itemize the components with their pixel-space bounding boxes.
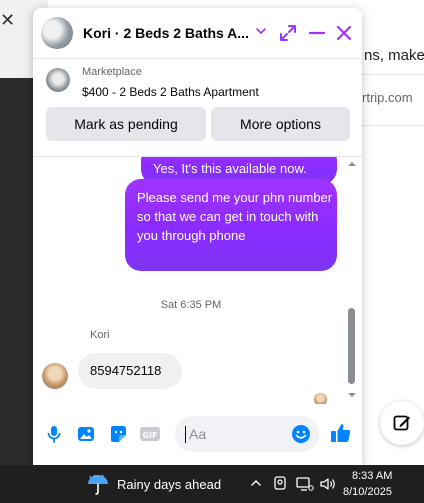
text-cursor — [185, 426, 186, 443]
windows-taskbar: Rainy days ahead 8:33 AM 8/10/2025 — [0, 465, 424, 503]
marketplace-listing: Marketplace $400 - 2 Beds 2 Baths Apartm… — [33, 59, 362, 157]
message-composer: GIF Aa — [33, 408, 362, 465]
chat-title[interactable]: Kori · 2 Beds 2 Baths A... — [83, 25, 249, 41]
message-text: 8594752118 — [90, 363, 162, 378]
expand-icon[interactable] — [278, 23, 298, 43]
background-close-icon[interactable]: ✕ — [0, 10, 15, 31]
message-input[interactable]: Aa — [175, 416, 319, 452]
new-message-button[interactable] — [380, 401, 424, 445]
incoming-message[interactable]: 8594752118 — [78, 353, 182, 389]
chat-avatar[interactable] — [41, 17, 73, 49]
more-options-button[interactable]: More options — [211, 107, 350, 141]
clock-date[interactable]: 8/10/2025 — [343, 486, 392, 498]
photo-icon[interactable] — [76, 424, 96, 444]
message-text: Yes, It's this available now. — [153, 161, 307, 176]
weather-widget-text[interactable]: Rainy days ahead — [117, 477, 221, 492]
minimize-icon[interactable] — [307, 23, 327, 43]
clock-time[interactable]: 8:33 AM — [352, 470, 392, 482]
listing-label: Marketplace — [82, 66, 142, 78]
seen-indicator-avatar — [314, 393, 327, 404]
outgoing-message[interactable]: Please send me your phn number so that w… — [125, 179, 337, 271]
sender-avatar[interactable] — [42, 363, 68, 389]
chat-header[interactable]: Kori · 2 Beds 2 Baths A... — [33, 8, 362, 59]
compose-icon — [393, 415, 410, 431]
rain-umbrella-icon[interactable] — [86, 473, 110, 497]
camera-privacy-icon[interactable] — [273, 476, 287, 492]
sender-name: Kori — [90, 329, 110, 341]
background-link-text: rtrip.com — [362, 90, 413, 105]
emoji-icon[interactable] — [291, 424, 311, 444]
gif-icon[interactable]: GIF — [139, 424, 161, 444]
scroll-up-arrow-icon[interactable] — [346, 159, 358, 169]
message-input-placeholder: Aa — [189, 426, 207, 442]
chevron-down-icon[interactable] — [253, 23, 269, 39]
listing-thumbnail[interactable] — [46, 68, 70, 92]
chat-window: Kori · 2 Beds 2 Baths A... Marketplace $… — [33, 8, 362, 465]
background-page-right: ns, make rtrip.com — [362, 0, 424, 465]
background-divider — [362, 74, 424, 75]
thumbs-up-icon[interactable] — [329, 421, 353, 445]
microphone-icon[interactable] — [45, 424, 63, 444]
chevron-up-icon[interactable] — [249, 476, 263, 490]
listing-title[interactable]: $400 - 2 Beds 2 Baths Apartment — [82, 85, 259, 99]
mark-as-pending-button[interactable]: Mark as pending — [46, 107, 206, 141]
message-list: Yes, It's this available now. Please sen… — [33, 157, 362, 404]
message-text: Please send me your phn number so that w… — [137, 190, 333, 243]
sticker-icon[interactable] — [108, 424, 128, 444]
message-timestamp: Sat 6:35 PM — [160, 299, 222, 311]
close-icon[interactable] — [334, 23, 354, 43]
background-text: ns, make — [364, 47, 424, 64]
scroll-down-arrow-icon[interactable] — [346, 390, 358, 400]
network-icon[interactable] — [296, 476, 314, 492]
scrollbar-thumb[interactable] — [348, 308, 355, 384]
volume-icon[interactable] — [319, 476, 337, 492]
background-divider — [362, 125, 424, 126]
svg-text:GIF: GIF — [142, 431, 157, 440]
